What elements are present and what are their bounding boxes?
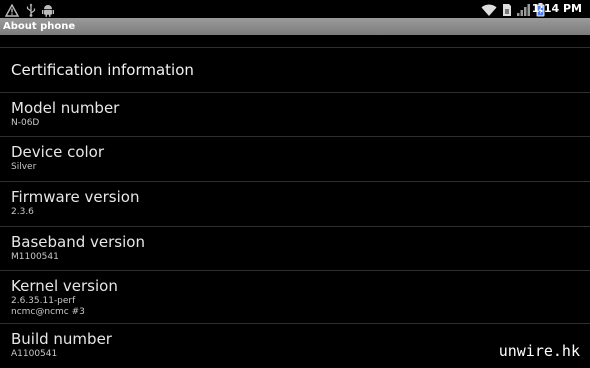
status-time: 1:14 xyxy=(531,2,560,15)
kernel-version-item: Kernel version 2.6.35.11-perf ncmc@ncmc … xyxy=(0,271,590,323)
device-color-item: Device color Silver xyxy=(0,137,590,181)
build-number-label: Build number xyxy=(11,330,112,348)
build-number-value: A1100541 xyxy=(11,349,58,359)
model-number-item: Model number N-06D xyxy=(0,93,590,136)
device-color-value: Silver xyxy=(11,162,37,172)
settings-list: Certification information Model number N… xyxy=(0,35,590,368)
status-time-suffix: PM xyxy=(562,2,582,15)
screen: 1:14 PM About phone Certification inform… xyxy=(0,0,590,368)
warning-icon xyxy=(4,2,20,17)
kernel-version-label: Kernel version xyxy=(11,277,118,295)
baseband-version-label: Baseband version xyxy=(11,233,145,251)
model-number-value: N-06D xyxy=(11,118,40,128)
status-bar: 1:14 PM xyxy=(0,0,590,18)
status-clock: 1:14 PM xyxy=(532,2,582,16)
firmware-version-value: 2.3.6 xyxy=(11,207,34,217)
device-color-label: Device color xyxy=(11,143,105,161)
firmware-version-label: Firmware version xyxy=(11,188,140,206)
certification-information-label: Certification information xyxy=(11,61,194,79)
certification-information-item[interactable]: Certification information xyxy=(0,48,590,92)
wifi-icon xyxy=(481,2,497,16)
sim-icon xyxy=(502,2,512,16)
watermark: unwire.hk xyxy=(498,342,580,360)
kernel-version-value-line1: 2.6.35.11-perf xyxy=(11,296,76,306)
signal-icon xyxy=(517,2,531,16)
firmware-version-item[interactable]: Firmware version 2.3.6 xyxy=(0,182,590,226)
title-bar: About phone xyxy=(0,18,590,35)
kernel-version-value-line2: ncmc@ncmc #3 xyxy=(11,307,85,317)
usb-icon xyxy=(25,2,37,17)
baseband-version-item: Baseband version M1100541 xyxy=(0,227,590,270)
model-number-label: Model number xyxy=(11,99,120,117)
page-title: About phone xyxy=(3,21,76,32)
android-debug-icon xyxy=(42,2,54,17)
baseband-version-value: M1100541 xyxy=(11,252,59,262)
